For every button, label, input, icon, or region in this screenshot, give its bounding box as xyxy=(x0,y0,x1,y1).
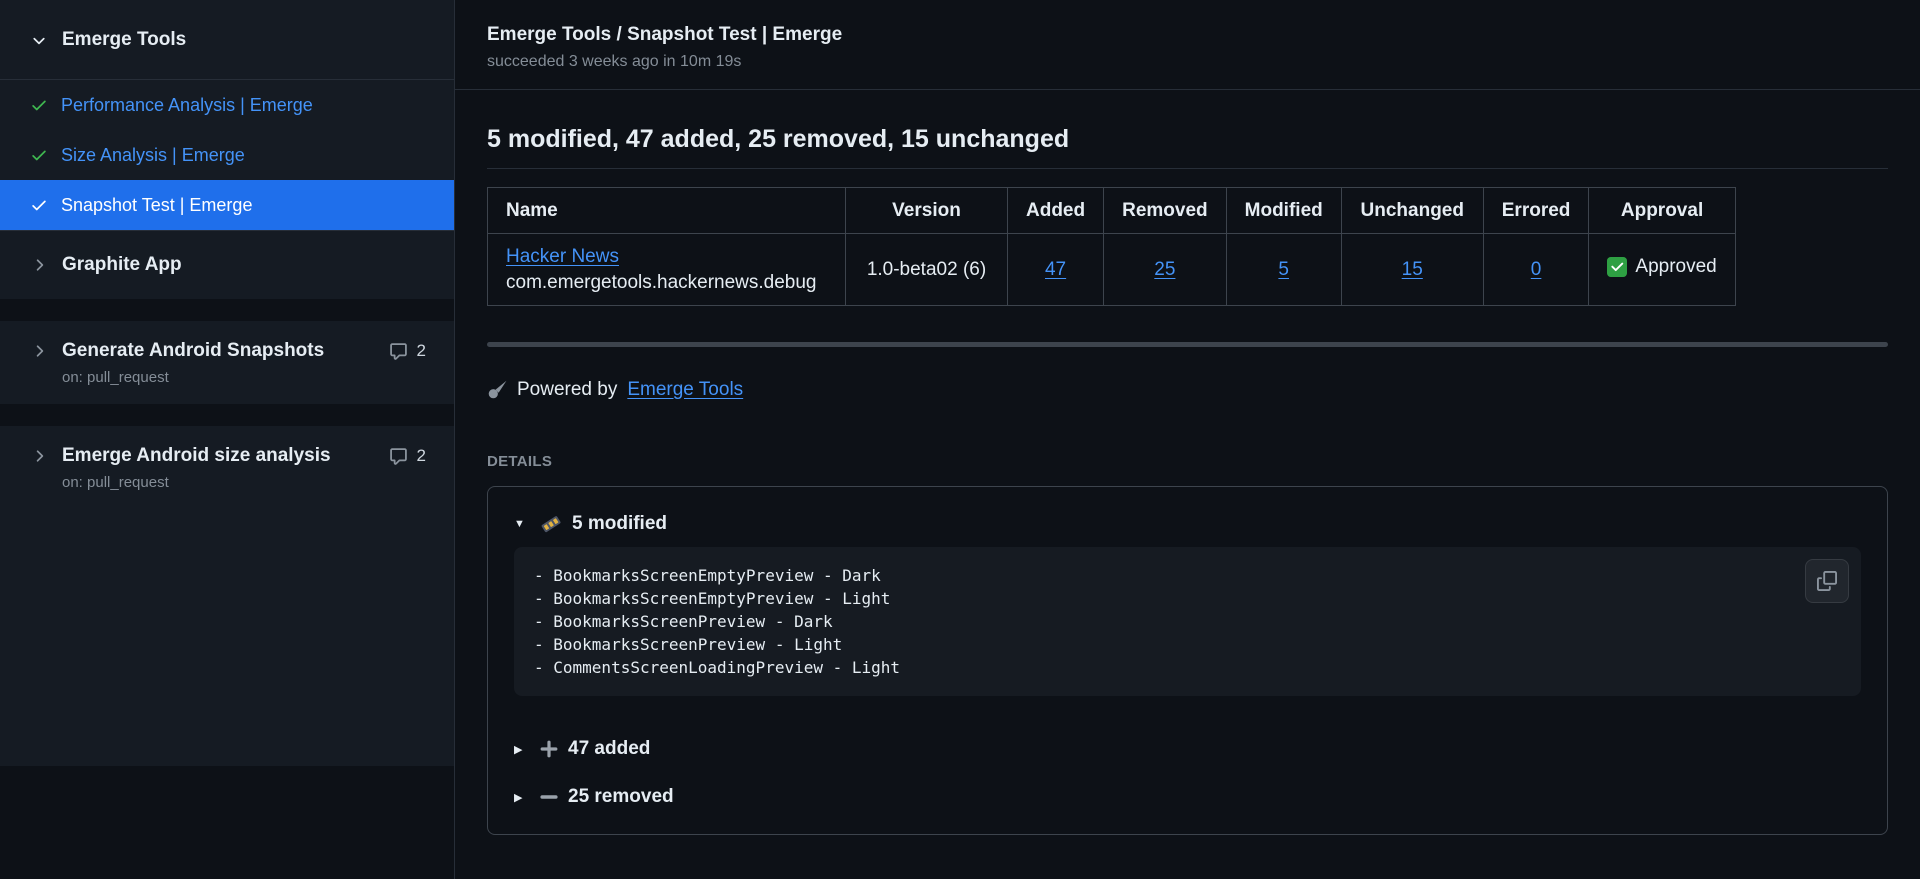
added-count-link[interactable]: 47 xyxy=(1045,259,1066,280)
modified-cell: 5 xyxy=(1225,233,1342,306)
sidebar-item-performance-analysis[interactable]: Performance Analysis | Emerge xyxy=(0,80,454,130)
errored-cell: 0 xyxy=(1482,233,1590,306)
removed-section-title: 25 removed xyxy=(568,786,674,807)
run-status-line: succeeded 3 weeks ago in 10m 19s xyxy=(487,53,742,70)
col-header-errored: Errored xyxy=(1482,187,1590,234)
workflow-title: Emerge Android size analysis xyxy=(62,445,331,466)
col-header-unchanged: Unchanged xyxy=(1340,187,1484,234)
code-line: - BookmarksScreenEmptyPreview - Dark xyxy=(534,566,881,585)
code-line: - BookmarksScreenEmptyPreview - Light xyxy=(534,589,891,608)
powered-by: Powered by Emerge Tools xyxy=(487,379,1888,401)
check-success-icon xyxy=(30,146,48,164)
modified-code-block: - BookmarksScreenEmptyPreview - Dark - B… xyxy=(514,547,1861,696)
run-title: Emerge Tools / Snapshot Test | Emerge xyxy=(487,24,843,45)
app-group-title: Graphite App xyxy=(62,254,182,275)
col-header-added: Added xyxy=(1006,187,1105,234)
added-cell: 47 xyxy=(1006,233,1105,306)
unchanged-cell: 15 xyxy=(1340,233,1484,306)
copy-icon xyxy=(1817,571,1837,591)
modified-section-title: 5 modified xyxy=(572,513,668,534)
film-frames-icon xyxy=(540,513,562,535)
check-success-icon xyxy=(30,96,48,114)
run-output: 5 modified, 47 added, 25 removed, 15 unc… xyxy=(455,90,1920,879)
unchanged-count-link[interactable]: 15 xyxy=(1402,259,1423,280)
table-header-row: Name Version Added Removed Modified Unch… xyxy=(487,187,1736,234)
table-row: Hacker News com.emergetools.hackernews.d… xyxy=(487,233,1736,306)
chevron-down-icon xyxy=(30,31,48,49)
approval-status: Approved xyxy=(1635,256,1717,277)
chevron-right-icon xyxy=(30,447,48,465)
check-run-panel: Emerge Tools / Snapshot Test | Emerge su… xyxy=(455,0,1920,879)
removed-cell: 25 xyxy=(1103,233,1227,306)
col-header-approval: Approval xyxy=(1588,187,1736,234)
details-label: DETAILS xyxy=(487,453,553,470)
check-suite-group: Emerge Tools Performance Analysis | Emer… xyxy=(0,0,454,299)
approved-check-icon xyxy=(1607,257,1628,277)
col-header-name: Name xyxy=(487,187,846,234)
check-label: Performance Analysis | Emerge xyxy=(61,94,313,115)
workflow-row[interactable]: Generate Android Snapshots 2 xyxy=(0,340,454,362)
sidebar-item-snapshot-test[interactable]: Snapshot Test | Emerge xyxy=(0,180,454,230)
code-line: - BookmarksScreenPreview - Dark xyxy=(534,612,833,631)
annotation-icon xyxy=(389,447,408,466)
caret-right-icon: ▶ xyxy=(514,743,523,756)
code-line: - BookmarksScreenPreview - Light xyxy=(534,635,843,654)
details-box: ▼ 5 modified - BookmarksScreenEmptyPrevi… xyxy=(487,486,1888,835)
chevron-right-icon xyxy=(30,342,48,360)
check-label: Size Analysis | Emerge xyxy=(61,144,245,165)
summary-heading: 5 modified, 47 added, 25 removed, 15 unc… xyxy=(487,124,1888,169)
workflow-row[interactable]: Emerge Android size analysis 2 xyxy=(0,445,454,467)
annotation-badge: 2 xyxy=(389,446,426,466)
workflow-trigger: on: pull_request xyxy=(62,369,169,386)
sidebar-gap xyxy=(0,404,454,426)
workflow-group-size-analysis: Emerge Android size analysis 2 on: pull_… xyxy=(0,426,454,509)
removed-count-link[interactable]: 25 xyxy=(1154,259,1175,280)
col-header-modified: Modified xyxy=(1225,187,1342,234)
sidebar-item-size-analysis[interactable]: Size Analysis | Emerge xyxy=(0,130,454,180)
plus-icon xyxy=(540,740,558,758)
app-name-link[interactable]: Hacker News xyxy=(506,246,619,267)
workflow-group-generate-snapshots: Generate Android Snapshots 2 on: pull_re… xyxy=(0,321,454,404)
added-section-toggle[interactable]: ▶ 47 added xyxy=(514,738,1861,760)
chevron-right-icon xyxy=(30,256,48,274)
errored-count-link[interactable]: 0 xyxy=(1531,259,1542,280)
workflow-title: Generate Android Snapshots xyxy=(62,340,325,361)
emerge-tools-link[interactable]: Emerge Tools xyxy=(627,379,743,401)
annotation-badge: 2 xyxy=(389,341,426,361)
modified-section-toggle[interactable]: ▼ 5 modified xyxy=(514,513,1861,535)
caret-down-icon: ▼ xyxy=(514,518,525,530)
name-cell: Hacker News com.emergetools.hackernews.d… xyxy=(487,233,846,306)
removed-section-toggle[interactable]: ▶ 25 removed xyxy=(514,786,1861,808)
annotation-count: 2 xyxy=(416,446,426,465)
checks-page: Emerge Tools Performance Analysis | Emer… xyxy=(0,0,1920,879)
approval-cell: Approved xyxy=(1588,233,1736,306)
copy-button[interactable] xyxy=(1805,559,1849,603)
suite-title: Emerge Tools xyxy=(62,28,187,50)
version-cell: 1.0-beta02 (6) xyxy=(845,233,1008,306)
col-header-version: Version xyxy=(845,187,1008,234)
workflow-trigger: on: pull_request xyxy=(62,474,169,491)
suite-header-emerge-tools[interactable]: Emerge Tools xyxy=(0,0,454,80)
powered-by-text: Powered by xyxy=(517,379,618,400)
annotation-icon xyxy=(389,342,408,361)
modified-count-link[interactable]: 5 xyxy=(1278,259,1289,280)
results-table: Name Version Added Removed Modified Unch… xyxy=(487,187,1736,306)
sidebar-item-graphite-app[interactable]: Graphite App xyxy=(0,230,454,299)
code-line: - CommentsScreenLoadingPreview - Light xyxy=(534,658,901,677)
minus-icon xyxy=(540,788,558,806)
sidebar-gap xyxy=(0,299,454,321)
annotation-count: 2 xyxy=(416,341,426,360)
comet-icon xyxy=(487,380,507,400)
check-success-icon xyxy=(30,196,48,214)
added-section-title: 47 added xyxy=(568,738,651,759)
bundle-id: com.emergetools.hackernews.debug xyxy=(506,271,817,293)
check-label: Snapshot Test | Emerge xyxy=(61,194,253,215)
sidebar-empty-area xyxy=(0,509,454,879)
section-divider xyxy=(487,342,1888,347)
run-header: Emerge Tools / Snapshot Test | Emerge su… xyxy=(455,0,1920,90)
col-header-removed: Removed xyxy=(1103,187,1227,234)
checks-sidebar: Emerge Tools Performance Analysis | Emer… xyxy=(0,0,455,879)
caret-right-icon: ▶ xyxy=(514,791,523,804)
